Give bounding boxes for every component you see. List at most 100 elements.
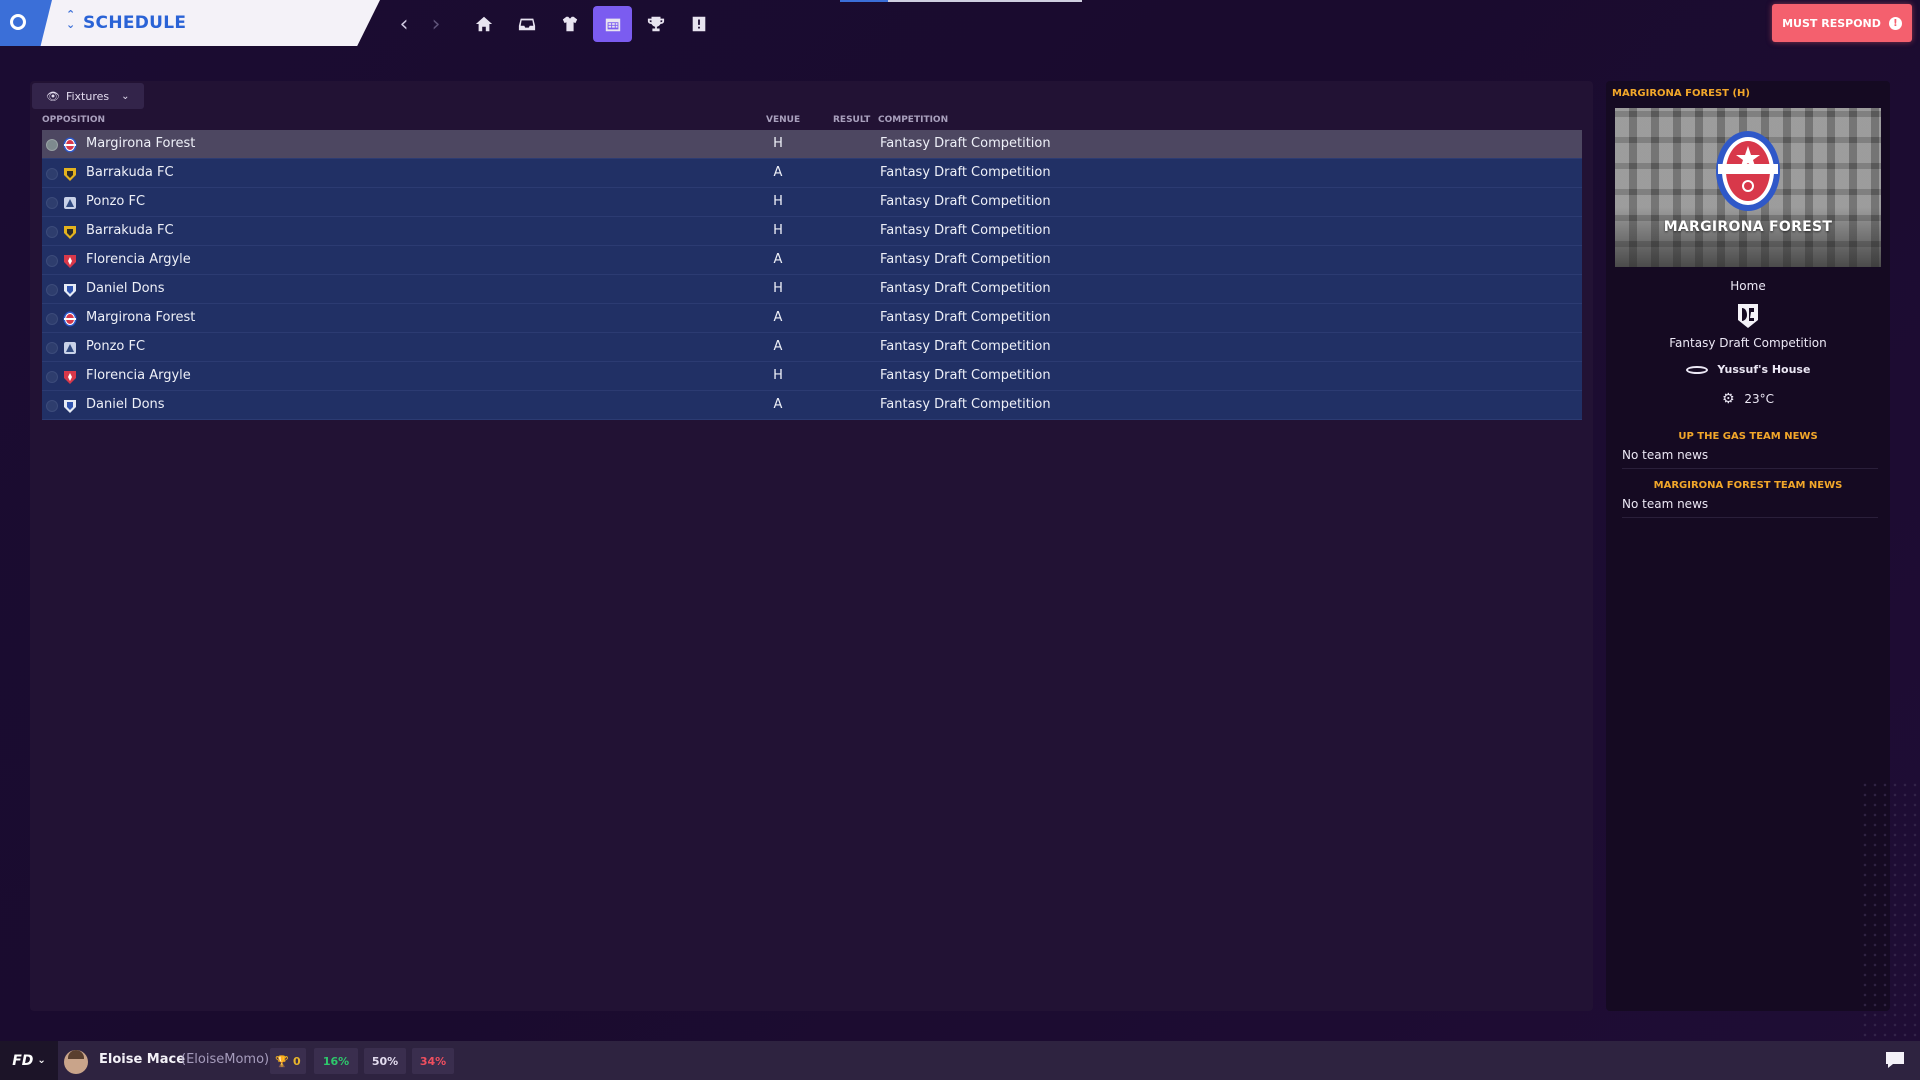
trophy-icon: 🏆	[275, 1054, 290, 1068]
florencia-crest-icon	[64, 255, 76, 268]
fixture-row[interactable]: Florencia Argyle H Fantasy Draft Competiti…	[42, 362, 1582, 391]
eye-icon: 👁	[46, 89, 60, 103]
fixture-checkmark-icon	[46, 226, 58, 238]
margirona-crest-icon	[1716, 131, 1780, 211]
club-banner: MARGIRONA FOREST	[1615, 108, 1881, 267]
title-block: ⌃ ⌄ SCHEDULE	[0, 0, 380, 46]
fixture-row[interactable]: Ponzo FC A Fantasy Draft Competition	[42, 333, 1582, 362]
team-news-1-title: UP THE GAS TEAM NEWS	[1678, 431, 1818, 442]
fixture-row[interactable]: Barrakuda FC A Fantasy Draft Competition	[42, 159, 1582, 188]
fixture-checkmark-icon	[46, 342, 58, 354]
fixture-row[interactable]: Margirona Forest A Fantasy Draft Competiti…	[42, 304, 1582, 333]
column-header-result[interactable]: RESULT	[833, 115, 870, 125]
fixture-team-name[interactable]: Florencia Argyle	[86, 252, 191, 267]
fixture-team-name[interactable]: Florencia Argyle	[86, 368, 191, 383]
squad-shirt-icon[interactable]	[550, 6, 589, 42]
fixture-checkmark-icon	[46, 255, 58, 267]
fixture-competition[interactable]: Fantasy Draft Competition	[880, 223, 1051, 238]
trophy-count: 0	[293, 1054, 301, 1068]
column-header-competition[interactable]: COMPETITION	[878, 115, 948, 125]
must-respond-button[interactable]: MUST RESPOND !	[1772, 4, 1912, 42]
fixture-venue: H	[773, 136, 783, 151]
fixture-row[interactable]: Ponzo FC H Fantasy Draft Competition	[42, 188, 1582, 217]
user-name[interactable]: Eloise Mace	[99, 1052, 185, 1067]
column-headers: OPPOSITION VENUE RESULT COMPETITION	[30, 115, 1593, 129]
fixture-venue: H	[773, 194, 783, 209]
fixture-checkmark-icon	[46, 139, 58, 151]
sun-icon: ⚙	[1721, 391, 1735, 407]
draw-percentage: 50%	[371, 1054, 399, 1068]
trophy-count-badge: 🏆 0	[270, 1048, 306, 1074]
chat-icon[interactable]	[1884, 1050, 1906, 1070]
filter-label: Fixtures	[65, 89, 110, 103]
fixture-team-name[interactable]: Ponzo FC	[86, 339, 145, 354]
fixture-competition[interactable]: Fantasy Draft Competition	[880, 310, 1051, 325]
fixture-competition[interactable]: Fantasy Draft Competition	[880, 397, 1051, 412]
fixture-checkmark-icon	[46, 371, 58, 383]
ponzo-crest-icon	[64, 342, 76, 354]
fixture-venue: A	[773, 310, 783, 325]
fixture-competition[interactable]: Fantasy Draft Competition	[880, 194, 1051, 209]
fixture-team-name[interactable]: Ponzo FC	[86, 194, 145, 209]
barrakuda-crest-icon	[64, 226, 76, 239]
fixture-row[interactable]: Florencia Argyle A Fantasy Draft Competiti…	[42, 246, 1582, 275]
fixture-row[interactable]: Daniel Dons A Fantasy Draft Competition	[42, 391, 1582, 420]
fixture-venue: A	[773, 165, 783, 180]
fixture-row[interactable]: Margirona Forest H Fantasy Draft Competiti…	[42, 130, 1582, 159]
forward-arrow-icon[interactable]: ›	[422, 10, 450, 38]
fixture-competition[interactable]: Fantasy Draft Competition	[880, 339, 1051, 354]
avatar[interactable]	[64, 1050, 88, 1074]
page-title: SCHEDULE	[83, 13, 187, 33]
florencia-crest-icon	[64, 371, 76, 384]
competition-name: Fantasy Draft Competition	[1669, 336, 1827, 350]
chevron-down-icon: ⌄	[37, 1055, 46, 1066]
column-header-opposition[interactable]: OPPOSITION	[42, 115, 105, 125]
team-news-1-text: No team news	[1622, 442, 1878, 469]
history-nav: ‹ ›	[390, 10, 450, 38]
fixture-team-name[interactable]: Margirona Forest	[86, 136, 195, 151]
trophy-icon[interactable]	[636, 6, 675, 42]
calendar-icon[interactable]	[593, 6, 632, 42]
fixture-row[interactable]: Barrakuda FC H Fantasy Draft Competition	[42, 217, 1582, 246]
weather-row: ⚙ 23°C	[1606, 391, 1890, 407]
loss-percentage: 34%	[419, 1054, 447, 1068]
team-news-2-text: No team news	[1622, 491, 1878, 518]
fixture-venue: A	[773, 397, 783, 412]
menu-ring-icon	[10, 14, 26, 30]
fixture-competition[interactable]: Fantasy Draft Competition	[880, 165, 1051, 180]
fixture-team-name[interactable]: Margirona Forest	[86, 310, 195, 325]
menu-tab[interactable]	[0, 0, 52, 46]
column-header-venue[interactable]: VENUE	[766, 115, 800, 125]
fixture-team-name[interactable]: Daniel Dons	[86, 281, 165, 296]
background-dots	[1860, 780, 1920, 1040]
fixture-venue: H	[773, 368, 783, 383]
club-name: MARGIRONA FOREST	[1663, 219, 1833, 235]
fixture-competition[interactable]: Fantasy Draft Competition	[880, 281, 1051, 296]
fixture-checkmark-icon	[46, 168, 58, 180]
match-detail-title: MARGIRONA FOREST (H)	[1612, 88, 1750, 99]
team-news-2-title: MARGIRONA FOREST TEAM NEWS	[1653, 480, 1843, 491]
fixture-team-name[interactable]: Barrakuda FC	[86, 165, 174, 180]
fixture-venue: H	[773, 223, 783, 238]
fixture-team-name[interactable]: Barrakuda FC	[86, 223, 174, 238]
alert-icon: !	[1888, 16, 1902, 30]
up-down-chevron-icon[interactable]: ⌃ ⌄	[66, 9, 75, 30]
fixture-competition[interactable]: Fantasy Draft Competition	[880, 136, 1051, 151]
home-icon[interactable]	[464, 6, 503, 42]
fixture-checkmark-icon	[46, 197, 58, 209]
fixture-row[interactable]: Daniel Dons H Fantasy Draft Competition	[42, 275, 1582, 304]
fixture-team-name[interactable]: Daniel Dons	[86, 397, 165, 412]
fixture-venue: H	[773, 281, 783, 296]
loss-percentage-badge: 34%	[412, 1048, 454, 1074]
draw-percentage-badge: 50%	[364, 1048, 406, 1074]
fixture-checkmark-icon	[46, 284, 58, 296]
temperature: 23°C	[1744, 392, 1775, 406]
fixture-competition[interactable]: Fantasy Draft Competition	[880, 252, 1051, 267]
fixture-competition[interactable]: Fantasy Draft Competition	[880, 368, 1051, 383]
fixtures-filter-dropdown[interactable]: 👁 Fixtures ⌄	[32, 83, 144, 109]
inbox-icon[interactable]	[507, 6, 546, 42]
info-icon[interactable]	[679, 6, 718, 42]
back-arrow-icon[interactable]: ‹	[390, 10, 418, 38]
daniel-dons-crest-icon	[64, 284, 76, 297]
fd-menu-button[interactable]: FD ⌄	[0, 1041, 58, 1080]
